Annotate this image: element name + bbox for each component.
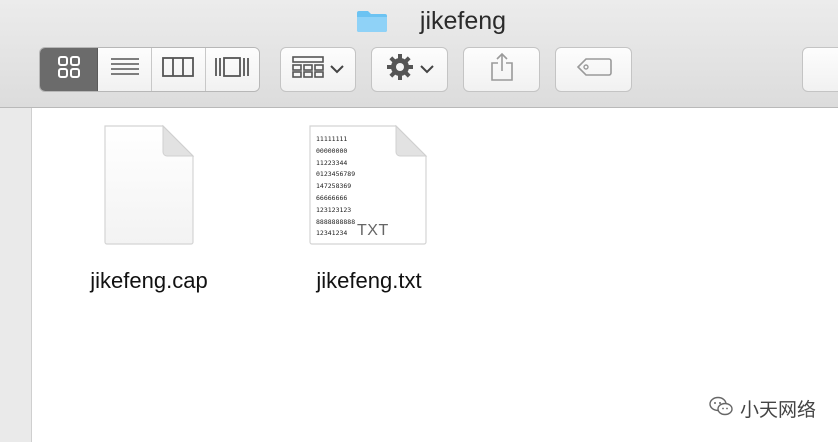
preview-line: 0123456789 [316, 170, 356, 179]
watermark-text: 小天网络 [739, 400, 816, 421]
watermark: 小天网络 [708, 395, 816, 422]
folder-icon [356, 9, 388, 33]
preview-line: 123123123 [316, 205, 352, 214]
share-button[interactable] [463, 47, 540, 92]
preview-line: 147258369 [316, 182, 352, 191]
window-title-text: jikefeng [419, 6, 507, 35]
arrange-button[interactable] [280, 47, 356, 92]
view-mode-control[interactable] [39, 47, 260, 92]
tag-icon [576, 57, 612, 82]
blank-document-icon [103, 124, 195, 246]
action-button[interactable] [371, 47, 448, 92]
text-document-icon: 11111111 00000000 11223344 0123456789 14… [309, 124, 429, 246]
grid-icon [57, 56, 80, 83]
chevron-down-icon [419, 61, 434, 79]
share-icon [490, 52, 514, 87]
list-view-button[interactable] [98, 48, 152, 91]
tags-button[interactable] [555, 47, 632, 92]
gear-icon [386, 53, 414, 86]
column-view-button[interactable] [151, 48, 206, 91]
preview-line: 00000000 [316, 146, 348, 155]
window-title: jikefeng [0, 6, 838, 36]
file-extension-label: TXT [357, 222, 389, 239]
preview-line: 11223344 [316, 158, 348, 167]
sidebar-edge [0, 108, 32, 442]
finder-toolbar: jikefeng [0, 0, 838, 108]
list-icon [110, 57, 140, 82]
file-item[interactable]: jikefeng.cap [64, 124, 234, 294]
file-name[interactable]: jikefeng.cap [90, 268, 207, 294]
arrange-grid-icon [292, 56, 324, 83]
icon-view-button[interactable] [40, 48, 99, 91]
gallery-icon [214, 56, 250, 83]
file-name[interactable]: jikefeng.txt [316, 268, 421, 294]
preview-line: 11111111 [316, 135, 348, 143]
wechat-icon [708, 395, 734, 422]
file-item[interactable]: 11111111 00000000 11223344 0123456789 14… [283, 124, 455, 294]
preview-line: 66666666 [316, 193, 348, 202]
columns-icon [162, 57, 195, 82]
search-field[interactable] [802, 47, 838, 92]
chevron-down-icon [330, 61, 344, 79]
gallery-view-button[interactable] [205, 48, 259, 91]
